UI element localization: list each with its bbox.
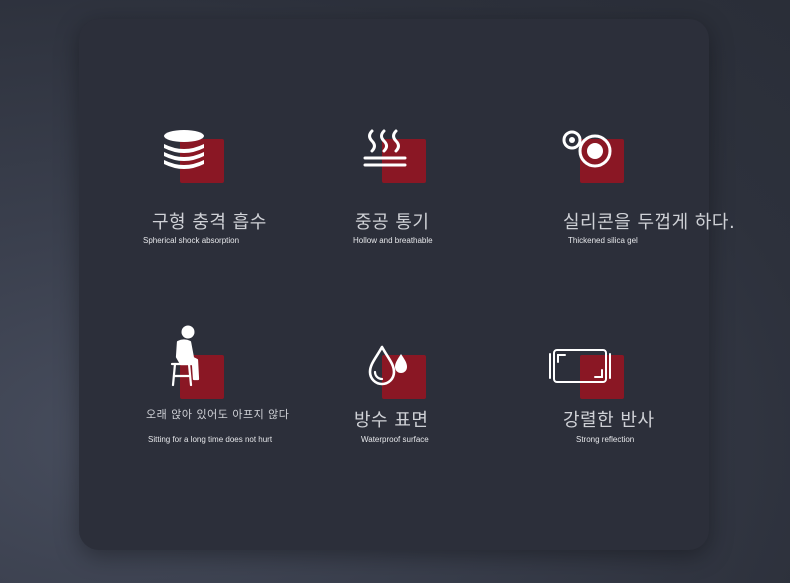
heat-waves-icon bbox=[363, 129, 407, 167]
feature-title: 강렬한 반사 bbox=[563, 410, 655, 431]
feature-subtitle: Waterproof surface bbox=[361, 435, 429, 444]
water-drops-icon bbox=[368, 345, 407, 386]
feature-subtitle: Sitting for a long time does not hurt bbox=[148, 435, 273, 444]
concentric-circles-icon bbox=[562, 130, 612, 168]
feature-subtitle: Thickened silica gel bbox=[568, 236, 638, 245]
screen-reflection-icon bbox=[549, 349, 611, 383]
feature-title: 오래 앉아 있어도 아프지 않다 bbox=[146, 408, 290, 421]
features-panel bbox=[79, 19, 709, 550]
feature-title: 중공 통기 bbox=[355, 212, 430, 233]
feature-title: 실리콘을 두껍게 하다. bbox=[563, 212, 736, 233]
feature-subtitle: Spherical shock absorption bbox=[143, 236, 240, 245]
seated-person-icon bbox=[170, 325, 200, 387]
stacked-discs-icon bbox=[164, 130, 204, 169]
feature-title: 구형 충격 흡수 bbox=[152, 212, 267, 233]
feature-subtitle: Strong reflection bbox=[576, 435, 635, 444]
feature-subtitle: Hollow and breathable bbox=[353, 236, 433, 245]
feature-title: 방수 표면 bbox=[354, 410, 429, 431]
